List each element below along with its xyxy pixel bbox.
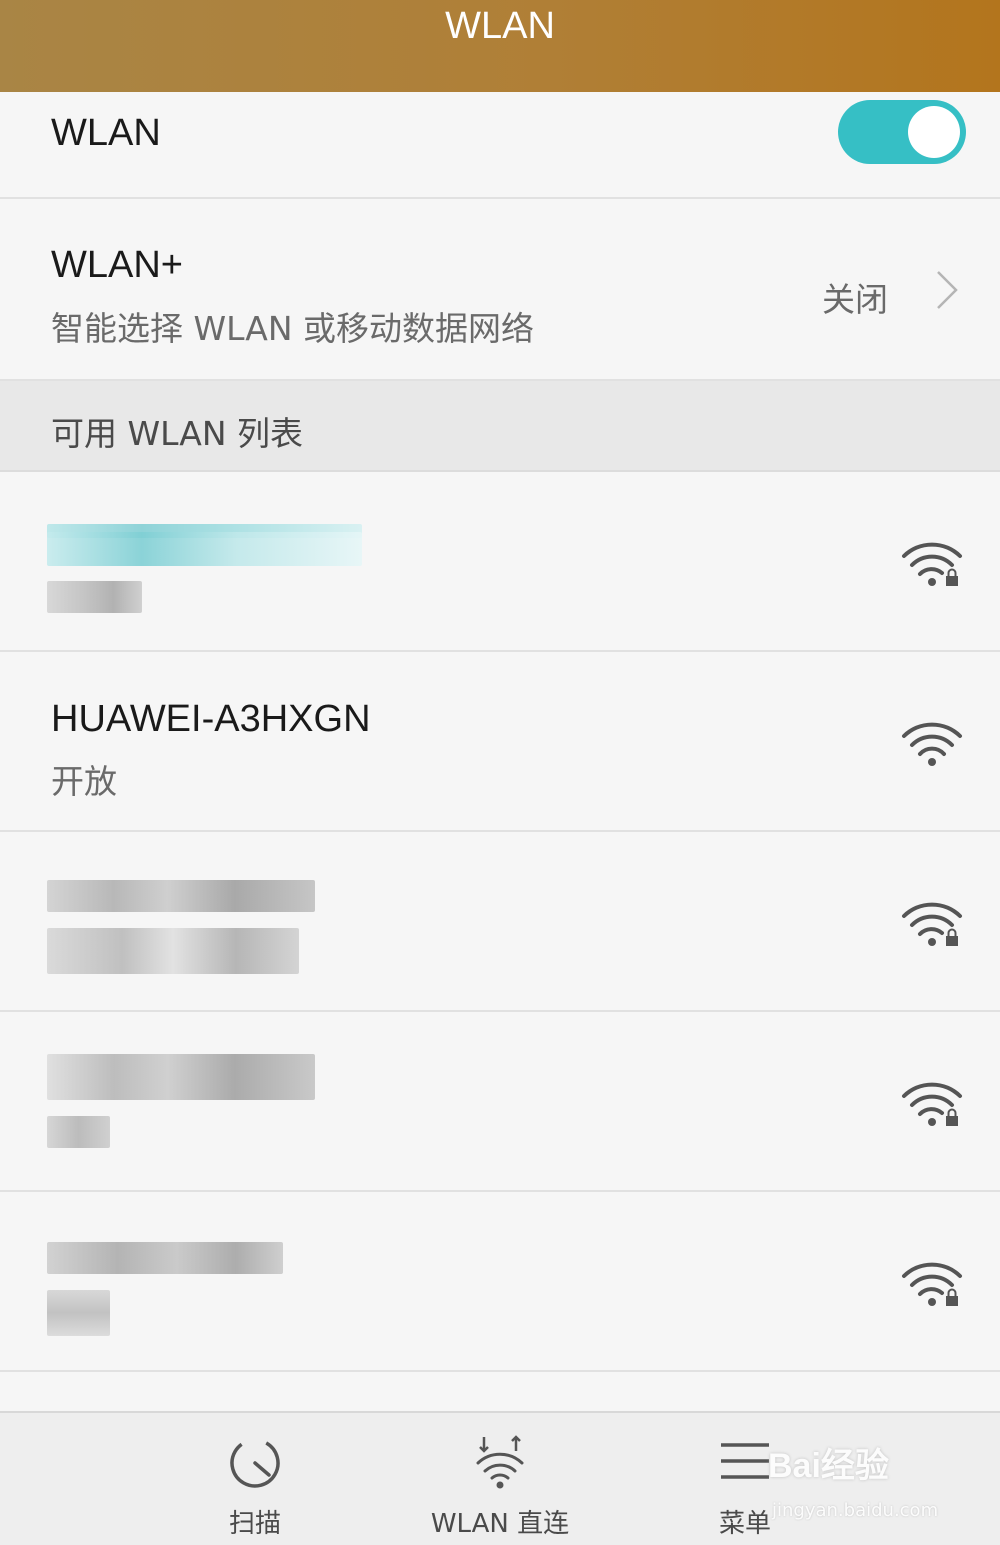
redacted-security bbox=[47, 1116, 110, 1148]
wlan-switch[interactable] bbox=[838, 100, 966, 164]
network-item[interactable] bbox=[0, 1192, 1000, 1372]
app-title-bar: WLAN bbox=[0, 0, 1000, 92]
redacted-ssid-shade bbox=[47, 532, 362, 566]
scan-icon bbox=[230, 1438, 280, 1488]
network-item[interactable] bbox=[0, 472, 1000, 652]
scan-label: 扫描 bbox=[228, 1509, 281, 1539]
wlan-plus-title: WLAN+ bbox=[51, 244, 183, 286]
redacted-security bbox=[47, 1290, 110, 1336]
chevron-right-icon bbox=[937, 271, 958, 309]
redacted-ssid bbox=[47, 880, 315, 912]
section-title: 可用 WLAN 列表 bbox=[51, 414, 304, 453]
wifi-locked-icon bbox=[902, 542, 962, 586]
available-networks-header: 可用 WLAN 列表 bbox=[0, 381, 1000, 472]
switch-knob bbox=[908, 106, 960, 158]
wlan-direct-label: WLAN 直连 bbox=[430, 1509, 570, 1539]
wlan-direct-button[interactable]: WLAN 直连 bbox=[420, 1413, 580, 1545]
scan-button[interactable]: 扫描 bbox=[205, 1413, 305, 1545]
redacted-security bbox=[47, 581, 142, 613]
menu-icon bbox=[721, 1443, 769, 1479]
network-item[interactable]: HUAWEI-A3HXGN 开放 bbox=[0, 652, 1000, 832]
network-security: 开放 bbox=[51, 762, 117, 801]
wifi-icon bbox=[902, 722, 962, 766]
network-item[interactable] bbox=[0, 1012, 1000, 1192]
watermark-url: jingyan.baidu.com bbox=[772, 1500, 939, 1521]
wlan-plus-row[interactable]: WLAN+ 智能选择 WLAN 或移动数据网络 关闭 bbox=[0, 199, 1000, 381]
wifi-locked-icon bbox=[902, 902, 962, 946]
watermark-brand: Bai经验 bbox=[768, 1447, 889, 1485]
wifi-locked-icon bbox=[902, 1082, 962, 1126]
wlan-plus-state: 关闭 bbox=[822, 280, 888, 319]
network-ssid: HUAWEI-A3HXGN bbox=[51, 698, 371, 740]
redacted-security bbox=[47, 928, 299, 974]
wifi-direct-icon bbox=[476, 1435, 524, 1489]
page-title: WLAN bbox=[445, 5, 555, 47]
wlan-toggle-row[interactable]: WLAN bbox=[0, 92, 1000, 199]
network-item[interactable] bbox=[0, 832, 1000, 1012]
redacted-ssid bbox=[47, 1242, 283, 1274]
redacted-ssid bbox=[47, 1054, 315, 1100]
wlan-plus-subtitle: 智能选择 WLAN 或移动数据网络 bbox=[51, 309, 535, 348]
wifi-locked-icon bbox=[902, 1262, 962, 1306]
wlan-label: WLAN bbox=[51, 112, 161, 154]
menu-label: 菜单 bbox=[718, 1509, 771, 1539]
